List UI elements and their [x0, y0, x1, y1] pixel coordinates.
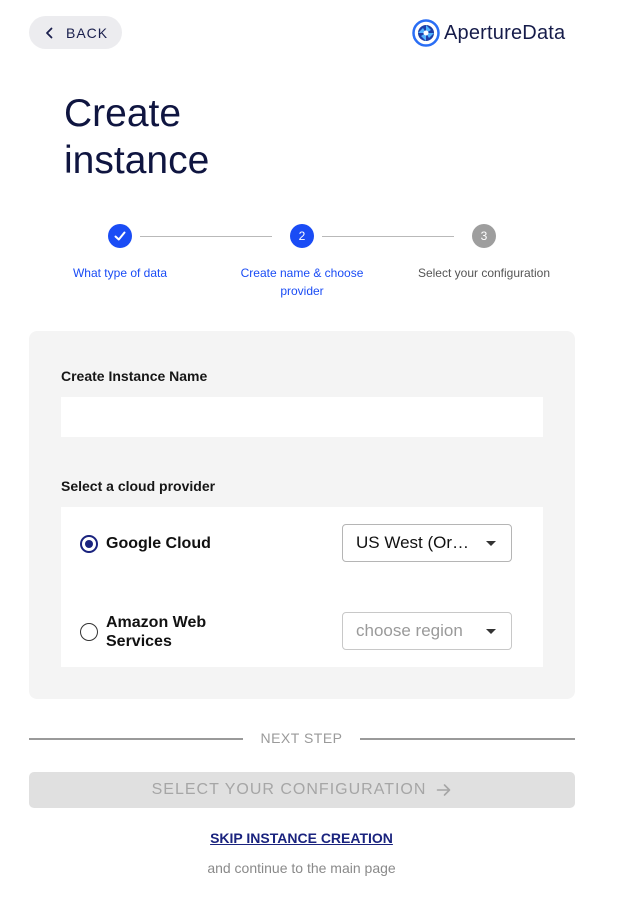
chevron-left-icon	[46, 27, 53, 38]
page-title-line2: instance	[64, 139, 210, 182]
step-connector-1	[140, 236, 272, 237]
continue-hint: and continue to the main page	[207, 860, 396, 876]
step-1-indicator	[108, 224, 132, 248]
brand-name: ApertureData	[444, 21, 566, 44]
page-title: Create instance	[64, 90, 324, 184]
step-2-label: Create name & choose provider	[240, 266, 364, 298]
google-cloud-region-value: US West (Oregon)	[356, 533, 476, 552]
instance-name-input[interactable]	[61, 397, 543, 437]
progress-stepper: 2 3 What type of data Create name & choo…	[60, 224, 560, 304]
next-step-label: NEXT STEP	[260, 730, 343, 746]
dropdown-caret-icon	[486, 629, 496, 634]
aperture-logo-icon	[412, 19, 440, 47]
dropdown-caret-icon	[486, 541, 496, 546]
select-configuration-label: SELECT YOUR CONFIGURATION	[151, 781, 427, 798]
divider-left	[29, 738, 243, 740]
arrow-right-icon	[437, 784, 451, 796]
aws-radio[interactable]	[80, 623, 98, 641]
step-2-indicator: 2	[290, 224, 314, 248]
divider-right	[360, 738, 575, 740]
step-2-number: 2	[298, 229, 306, 243]
skip-instance-creation-link[interactable]: SKIP INSTANCE CREATION	[0, 830, 603, 846]
checkmark-icon	[114, 231, 126, 241]
cloud-provider-label: Select a cloud provider	[61, 478, 216, 494]
brand-logo: ApertureData	[412, 19, 565, 47]
step-3-indicator: 3	[472, 224, 496, 248]
step-connector-2	[322, 236, 454, 237]
google-cloud-region-select[interactable]: US West (Oregon)	[342, 524, 512, 562]
aws-label[interactable]: Amazon Web Services	[106, 613, 206, 651]
aws-region-placeholder: choose region	[356, 621, 463, 640]
step-1-label: What type of data	[72, 266, 168, 280]
back-button-label: BACK	[66, 24, 109, 41]
page-title-line1: Create	[64, 92, 182, 135]
cloud-provider-list: Google Cloud US West (Oregon) Amazon Web…	[61, 507, 543, 667]
select-configuration-button[interactable]: SELECT YOUR CONFIGURATION	[29, 772, 575, 808]
instance-name-label: Create Instance Name	[61, 368, 208, 384]
step-3-label: Select your configuration	[417, 266, 551, 280]
aws-region-select[interactable]: choose region	[342, 612, 512, 650]
instance-form-card: Create Instance Name Select a cloud prov…	[29, 331, 575, 699]
back-button[interactable]: BACK	[29, 16, 122, 49]
google-cloud-label[interactable]: Google Cloud	[106, 534, 211, 553]
google-cloud-radio[interactable]	[80, 535, 98, 553]
step-3-number: 3	[480, 229, 488, 243]
